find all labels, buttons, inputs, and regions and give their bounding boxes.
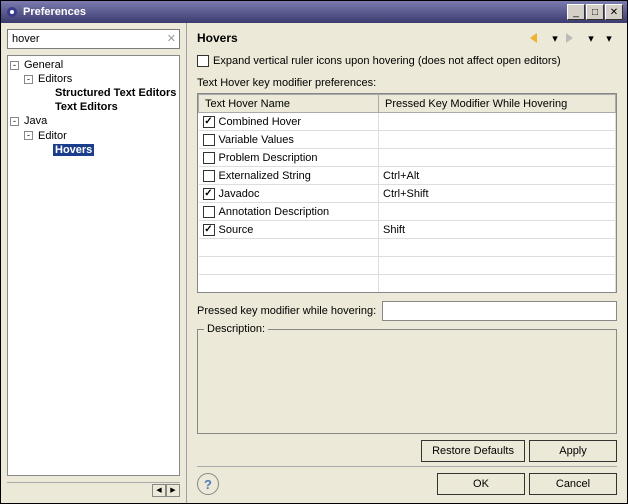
tree-label[interactable]: Hovers	[53, 144, 94, 156]
modifier-input[interactable]	[382, 301, 617, 321]
tree-node[interactable]: -Editor	[10, 128, 177, 142]
view-menu-icon[interactable]: ▾	[601, 31, 617, 45]
row-modifier: Ctrl+Shift	[379, 185, 616, 203]
table-row[interactable]: Problem Description	[199, 149, 616, 167]
maximize-button[interactable]: □	[586, 4, 604, 20]
left-panel: ✕ -General-EditorsStructured Text Editor…	[1, 23, 187, 503]
back-menu-icon[interactable]: ▾	[547, 31, 563, 45]
tree-label[interactable]: General	[22, 59, 65, 71]
row-name: Javadoc	[219, 188, 260, 200]
horizontal-scrollbar[interactable]: ◀ ▶	[7, 482, 180, 497]
tree-expander-icon[interactable]: -	[24, 75, 33, 84]
column-header-name[interactable]: Text Hover Name	[199, 95, 379, 113]
description-group: Description:	[197, 329, 617, 434]
row-checkbox[interactable]	[203, 152, 215, 164]
close-button[interactable]: ✕	[605, 4, 623, 20]
expand-ruler-label: Expand vertical ruler icons upon hoverin…	[213, 55, 561, 67]
right-panel: Hovers ▾ ▾ ▾ Expand vertical ruler icons…	[187, 23, 627, 503]
column-header-modifier[interactable]: Pressed Key Modifier While Hovering	[379, 95, 616, 113]
scroll-right-icon[interactable]: ▶	[166, 484, 180, 497]
row-name: Source	[219, 224, 254, 236]
table-row[interactable]: Variable Values	[199, 131, 616, 149]
checkbox-icon	[197, 55, 209, 67]
scroll-left-icon[interactable]: ◀	[152, 484, 166, 497]
row-modifier: Ctrl+Alt	[379, 167, 616, 185]
titlebar: Preferences _ □ ✕	[1, 1, 627, 23]
help-icon[interactable]: ?	[197, 473, 219, 495]
table-label: Text Hover key modifier preferences:	[197, 75, 617, 93]
tree-label[interactable]: Structured Text Editors	[53, 87, 178, 99]
row-modifier: Shift	[379, 221, 616, 239]
apply-button[interactable]: Apply	[529, 440, 617, 462]
forward-menu-icon[interactable]: ▾	[583, 31, 599, 45]
hover-table[interactable]: Text Hover Name Pressed Key Modifier Whi…	[197, 93, 617, 293]
row-modifier	[379, 149, 616, 167]
row-modifier	[379, 131, 616, 149]
table-row[interactable]: Source Shift	[199, 221, 616, 239]
restore-defaults-button[interactable]: Restore Defaults	[421, 440, 525, 462]
tree-expander-icon[interactable]: -	[10, 117, 19, 126]
tree-node[interactable]: Hovers	[10, 143, 177, 157]
filter-input[interactable]	[7, 29, 180, 49]
table-row[interactable]: Javadoc Ctrl+Shift	[199, 185, 616, 203]
minimize-button[interactable]: _	[567, 4, 585, 20]
table-row	[199, 239, 616, 257]
table-row	[199, 275, 616, 293]
row-name: Annotation Description	[219, 206, 330, 218]
table-row[interactable]: Externalized String Ctrl+Alt	[199, 167, 616, 185]
tree-label[interactable]: Text Editors	[53, 101, 120, 113]
tree-node[interactable]: -General	[10, 58, 177, 72]
window-title: Preferences	[23, 6, 567, 18]
row-name: Variable Values	[219, 134, 294, 146]
clear-filter-icon[interactable]: ✕	[167, 32, 176, 45]
row-checkbox[interactable]	[203, 134, 215, 146]
preferences-tree[interactable]: -General-EditorsStructured Text EditorsT…	[7, 55, 180, 476]
forward-icon[interactable]	[565, 31, 581, 45]
tree-label[interactable]: Editors	[36, 73, 74, 85]
modifier-field-label: Pressed key modifier while hovering:	[197, 305, 376, 317]
back-icon[interactable]	[529, 31, 545, 45]
row-name: Combined Hover	[219, 116, 302, 128]
row-modifier	[379, 113, 616, 131]
page-title: Hovers	[197, 31, 529, 45]
tree-node[interactable]: Text Editors	[10, 100, 177, 114]
row-modifier	[379, 203, 616, 221]
ok-button[interactable]: OK	[437, 473, 525, 495]
row-checkbox[interactable]	[203, 188, 215, 200]
description-label: Description:	[204, 323, 268, 335]
tree-expander-icon[interactable]: -	[24, 131, 33, 140]
expand-ruler-checkbox[interactable]: Expand vertical ruler icons upon hoverin…	[197, 55, 617, 67]
tree-node[interactable]: Structured Text Editors	[10, 86, 177, 100]
table-row[interactable]: Combined Hover	[199, 113, 616, 131]
cancel-button[interactable]: Cancel	[529, 473, 617, 495]
tree-node[interactable]: -Editors	[10, 72, 177, 86]
row-checkbox[interactable]	[203, 206, 215, 218]
tree-node[interactable]: -Java	[10, 114, 177, 128]
row-checkbox[interactable]	[203, 116, 215, 128]
table-row	[199, 257, 616, 275]
app-icon	[5, 5, 19, 19]
row-checkbox[interactable]	[203, 170, 215, 182]
row-name: Problem Description	[219, 152, 318, 164]
row-name: Externalized String	[219, 170, 311, 182]
tree-label[interactable]: Java	[22, 115, 49, 127]
tree-label[interactable]: Editor	[36, 130, 69, 142]
row-checkbox[interactable]	[203, 224, 215, 236]
table-row[interactable]: Annotation Description	[199, 203, 616, 221]
tree-expander-icon[interactable]: -	[10, 61, 19, 70]
